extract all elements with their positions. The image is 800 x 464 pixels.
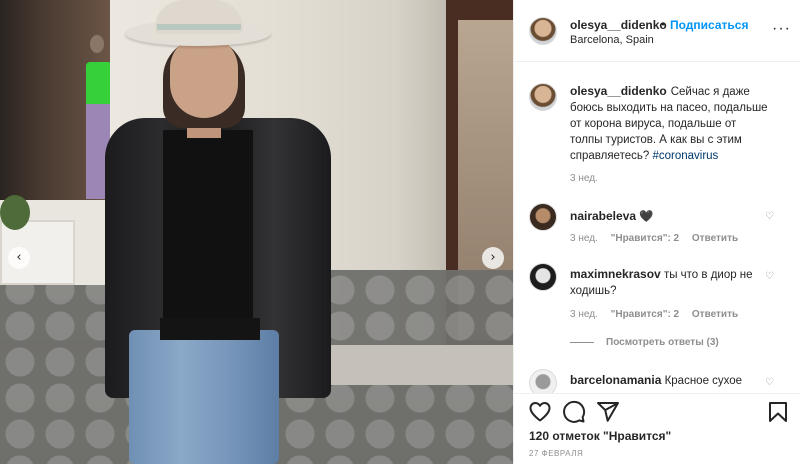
comment-time[interactable]: 3 нед. <box>570 309 598 320</box>
comment-likes[interactable]: "Нравится": 2 <box>611 309 680 320</box>
comment-text: 🖤 <box>639 211 654 223</box>
door-step <box>330 345 513 385</box>
jeans <box>129 330 279 464</box>
separator-dot: • <box>661 17 666 31</box>
post-photo[interactable]: ‹ › <box>0 0 513 464</box>
post-actions: 120 отметок "Нравится" 27 ФЕВРАЛЯ <box>514 393 800 464</box>
commenter-username[interactable]: maximnekrasov <box>570 267 661 281</box>
comment-icon[interactable] <box>562 400 586 424</box>
comment-body: nairabeleva 🖤 <box>570 208 770 225</box>
view-replies-button[interactable]: Посмотреть ответы (3) <box>570 337 719 348</box>
likes-count[interactable]: 120 отметок "Нравится" <box>529 429 671 443</box>
location-link[interactable]: Barcelona, Spain <box>570 34 654 46</box>
comment-body: maximnekrasov ты что в диор не ходишь? <box>570 266 770 299</box>
mannequin-head <box>90 35 104 53</box>
comment-meta: 3 нед. "Нравится": 2 Ответить <box>570 309 748 320</box>
commenter-avatar[interactable] <box>529 263 557 291</box>
post-side-panel: olesya__didenko • Подписаться Barcelona,… <box>513 0 800 464</box>
reply-button[interactable]: Ответить <box>692 309 738 320</box>
follow-button[interactable]: Подписаться <box>670 18 748 32</box>
caption-text: olesya__didenko Сейчас я даже боюсь выход… <box>570 83 770 164</box>
commenter-username[interactable]: barcelonamania <box>570 373 661 387</box>
comment-like-icon[interactable]: ♡ <box>765 211 777 223</box>
commenter-username[interactable]: nairabeleva <box>570 209 636 223</box>
bookmark-icon[interactable] <box>766 400 790 424</box>
author-avatar[interactable] <box>529 17 557 45</box>
previous-photo-button[interactable]: ‹ <box>8 247 30 269</box>
hashtag-link[interactable]: #coronavirus <box>652 150 718 162</box>
caption-timestamp[interactable]: 3 нед. <box>570 173 598 184</box>
comment-meta: 3 нед. "Нравится": 2 Ответить <box>570 233 748 244</box>
next-photo-button[interactable]: › <box>482 247 504 269</box>
plant <box>0 195 30 230</box>
black-top <box>163 130 253 330</box>
caption-username[interactable]: olesya__didenko <box>570 84 667 98</box>
comments-list[interactable]: olesya__didenko Сейчас я даже боюсь выход… <box>514 63 800 393</box>
author-username[interactable]: olesya__didenko <box>570 18 667 32</box>
share-icon[interactable] <box>596 400 620 424</box>
belt <box>160 318 260 340</box>
face <box>170 36 238 118</box>
comment-likes[interactable]: "Нравится": 2 <box>611 233 680 244</box>
commenter-avatar[interactable] <box>529 369 557 393</box>
comment-time[interactable]: 3 нед. <box>570 233 598 244</box>
comment-body: barcelonamania Красное сухое <box>570 372 770 389</box>
post-header: olesya__didenko • Подписаться Barcelona,… <box>514 0 800 62</box>
hat-band <box>157 24 241 30</box>
caption-avatar[interactable] <box>529 83 557 111</box>
comment-text: Красное сухое <box>664 375 743 387</box>
commenter-avatar[interactable] <box>529 203 557 231</box>
comment-like-icon[interactable]: ♡ <box>765 377 777 389</box>
comment-like-icon[interactable]: ♡ <box>765 271 777 283</box>
woman-figure <box>105 0 335 464</box>
post-date[interactable]: 27 ФЕВРАЛЯ <box>529 449 583 458</box>
more-options-icon[interactable]: ··· <box>772 20 791 38</box>
heart-icon[interactable] <box>528 400 552 424</box>
reply-button[interactable]: Ответить <box>692 233 738 244</box>
